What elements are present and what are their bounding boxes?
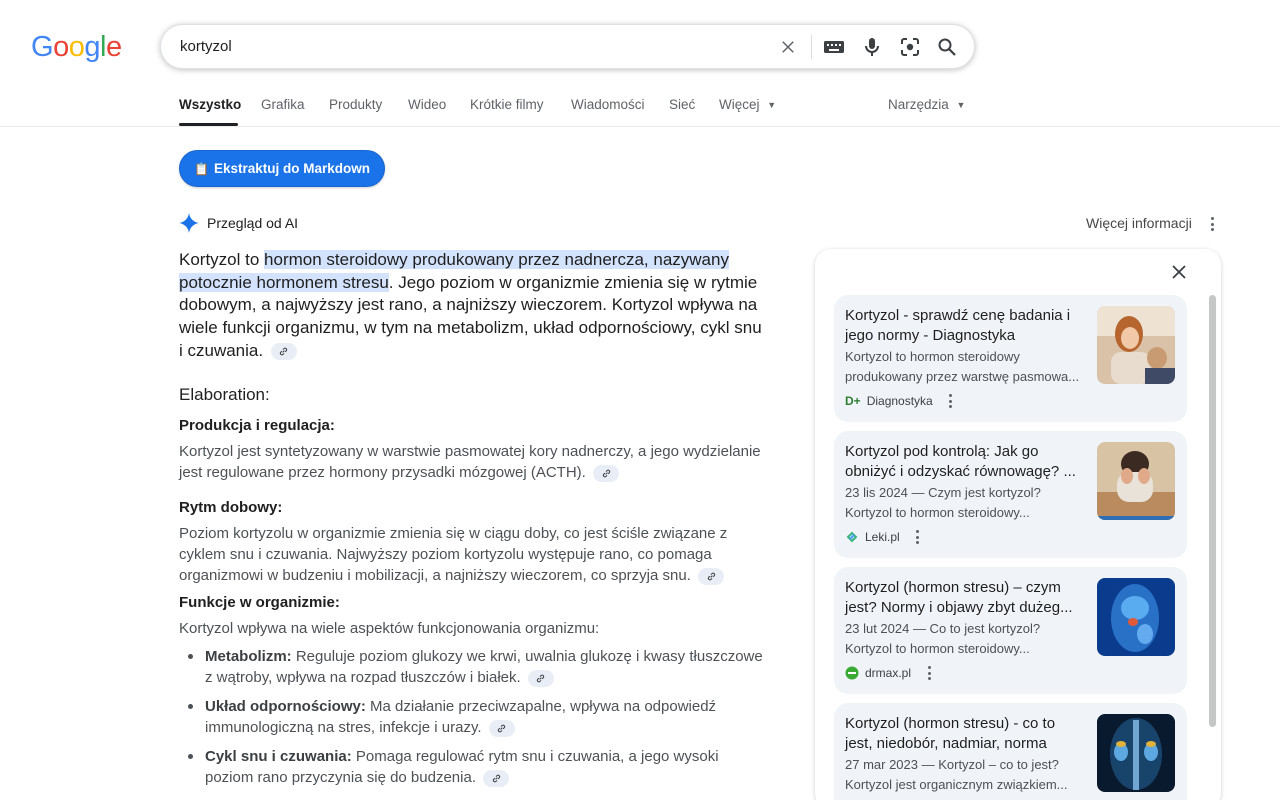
source-thumbnail[interactable] (1097, 714, 1175, 792)
tab-more[interactable]: Więcej ▼ (719, 97, 776, 112)
section-heading: Funkcje w organizmie: (179, 594, 340, 611)
tools-label: Narzędzia (888, 97, 949, 112)
source-title[interactable]: Kortyzol (hormon stresu) – czym jest? No… (845, 578, 1085, 617)
source-title[interactable]: Kortyzol - sprawdź cenę badania i jego n… (845, 306, 1085, 345)
search-icon[interactable] (935, 35, 959, 59)
diagnostyka-favicon: D+ (845, 394, 861, 408)
ai-overview-title: Przegląd od AI (207, 215, 299, 231)
ai-overview-header: Przegląd od AI (179, 213, 298, 233)
logo-letter: g (84, 31, 100, 63)
list-item: Układ odpornościowy: Ma działanie przeci… (188, 696, 765, 738)
section-text: Kortyzol jest syntetyzowany w warstwie p… (179, 441, 769, 483)
logo-letter: o (68, 31, 85, 63)
tab-short-videos[interactable]: Krótkie filmy (470, 97, 544, 112)
link-icon (707, 572, 715, 580)
link-icon (498, 724, 506, 732)
citation-link-button[interactable] (483, 769, 510, 787)
caret-down-icon: ▼ (767, 100, 777, 110)
search-tabs: Wszystko Grafika Produkty Wideo Krótkie … (0, 86, 1280, 127)
tab-more-label: Więcej (719, 97, 760, 112)
gemini-sparkle-icon (179, 213, 199, 233)
list-item: Metabolizm: Reguluje poziom glukozy we k… (188, 646, 765, 688)
caret-down-icon: ▼ (956, 100, 966, 110)
tab-products[interactable]: Produkty (329, 97, 382, 112)
ai-summary: Kortyzol to hormon steroidowy produkowan… (179, 249, 769, 363)
lens-icon[interactable] (898, 35, 922, 59)
source-card[interactable]: Kortyzol (hormon stresu) – czym jest? No… (834, 567, 1187, 694)
close-icon[interactable] (1168, 261, 1190, 283)
search-divider (811, 35, 812, 59)
source-site-name: drmax.pl (865, 666, 912, 680)
source-title[interactable]: Kortyzol pod kontrolą: Jak go obniżyć i … (845, 442, 1085, 481)
source-snippet: Kortyzol to hormon steroidowy produkowan… (845, 349, 1080, 384)
tab-images[interactable]: Grafika (261, 97, 305, 112)
list-item: Cykl snu i czuwania: Pomaga regulować ry… (188, 746, 765, 788)
link-icon (280, 347, 288, 356)
source-thumbnail[interactable] (1097, 306, 1175, 384)
mic-icon[interactable] (860, 35, 884, 59)
more-options-icon[interactable] (1204, 215, 1220, 233)
citation-link-button[interactable] (527, 669, 554, 687)
active-tab-indicator (179, 123, 238, 126)
drmax-favicon (845, 666, 859, 680)
sources-panel: Kortyzol - sprawdź cenę badania i jego n… (815, 249, 1221, 800)
citation-link-button[interactable] (593, 464, 619, 482)
source-snippet: 27 mar 2023 — Kortyzol – co to jest? Kor… (845, 757, 1068, 792)
source-card[interactable]: Kortyzol (hormon stresu) - co to jest, n… (834, 703, 1187, 800)
search-box[interactable]: kortyzol (160, 24, 975, 69)
logo-letter: e (105, 31, 122, 63)
section-text: Kortyzol wpływa na wiele aspektów funkcj… (179, 620, 600, 637)
source-site: D+ Diagnostyka (845, 392, 959, 410)
source-thumbnail[interactable] (1097, 442, 1175, 520)
list-item-term: Układ odpornościowy: (205, 698, 366, 715)
citation-link-button[interactable] (488, 719, 515, 737)
more-info-link[interactable]: Więcej informacji (1086, 215, 1192, 231)
keyboard-icon[interactable] (822, 35, 846, 59)
source-site: Leki.pl (845, 528, 926, 546)
google-logo[interactable]: Google (31, 31, 122, 64)
clipboard-icon: 📋 (194, 161, 209, 176)
source-snippet: 23 lut 2024 — Co to jest kortyzol? Korty… (845, 621, 1041, 656)
tab-web[interactable]: Sieć (669, 97, 695, 112)
tab-videos[interactable]: Wideo (408, 97, 446, 112)
more-options-icon[interactable] (943, 392, 959, 410)
scrollbar[interactable] (1209, 295, 1216, 727)
source-card[interactable]: Kortyzol - sprawdź cenę badania i jego n… (834, 295, 1187, 422)
extract-button-label: Ekstraktuj do Markdown (213, 161, 370, 176)
more-options-icon[interactable] (921, 664, 937, 682)
tab-news[interactable]: Wiadomości (571, 97, 645, 112)
source-site: drmax.pl (845, 664, 937, 682)
tab-all[interactable]: Wszystko (179, 97, 241, 112)
close-icon[interactable] (776, 35, 800, 59)
link-icon (602, 469, 610, 477)
search-input[interactable]: kortyzol (180, 38, 232, 55)
logo-letter: G (31, 31, 54, 63)
source-site-name: Diagnostyka (866, 394, 933, 408)
section-text: Poziom kortyzolu w organizmie zmienia si… (179, 523, 769, 586)
list-item-term: Cykl snu i czuwania: (205, 748, 352, 765)
source-site-name: Leki.pl (865, 530, 900, 544)
source-thumbnail[interactable] (1097, 578, 1175, 656)
section-heading: Rytm dobowy: (179, 499, 283, 516)
source-card[interactable]: Kortyzol pod kontrolą: Jak go obniżyć i … (834, 431, 1187, 558)
source-snippet: 23 lis 2024 — Czym jest kortyzol? Kortyz… (845, 485, 1041, 520)
ai-summary-start: Kortyzol to (179, 250, 265, 269)
source-title[interactable]: Kortyzol (hormon stresu) - co to jest, n… (845, 714, 1085, 753)
ai-overview-body: Kortyzol to hormon steroidowy produkowan… (179, 249, 769, 787)
more-options-icon[interactable] (910, 528, 926, 546)
section-text-content: Poziom kortyzolu w organizmie zmienia si… (179, 525, 728, 584)
list-item-term: Metabolizm: (205, 648, 292, 665)
citation-link-button[interactable] (270, 342, 297, 360)
link-icon (537, 674, 545, 682)
section-text-content: Kortyzol jest syntetyzowany w warstwie p… (179, 443, 761, 481)
tools-button[interactable]: Narzędzia ▼ (888, 97, 965, 112)
logo-letter: o (53, 31, 69, 63)
section-heading: Produkcja i regulacja: (179, 417, 335, 434)
citation-link-button[interactable] (698, 567, 725, 585)
link-icon (492, 774, 500, 782)
elaboration-heading: Elaboration: (179, 385, 270, 404)
extract-markdown-button[interactable]: 📋 Ekstraktuj do Markdown (179, 150, 385, 187)
leki-favicon (846, 531, 858, 543)
